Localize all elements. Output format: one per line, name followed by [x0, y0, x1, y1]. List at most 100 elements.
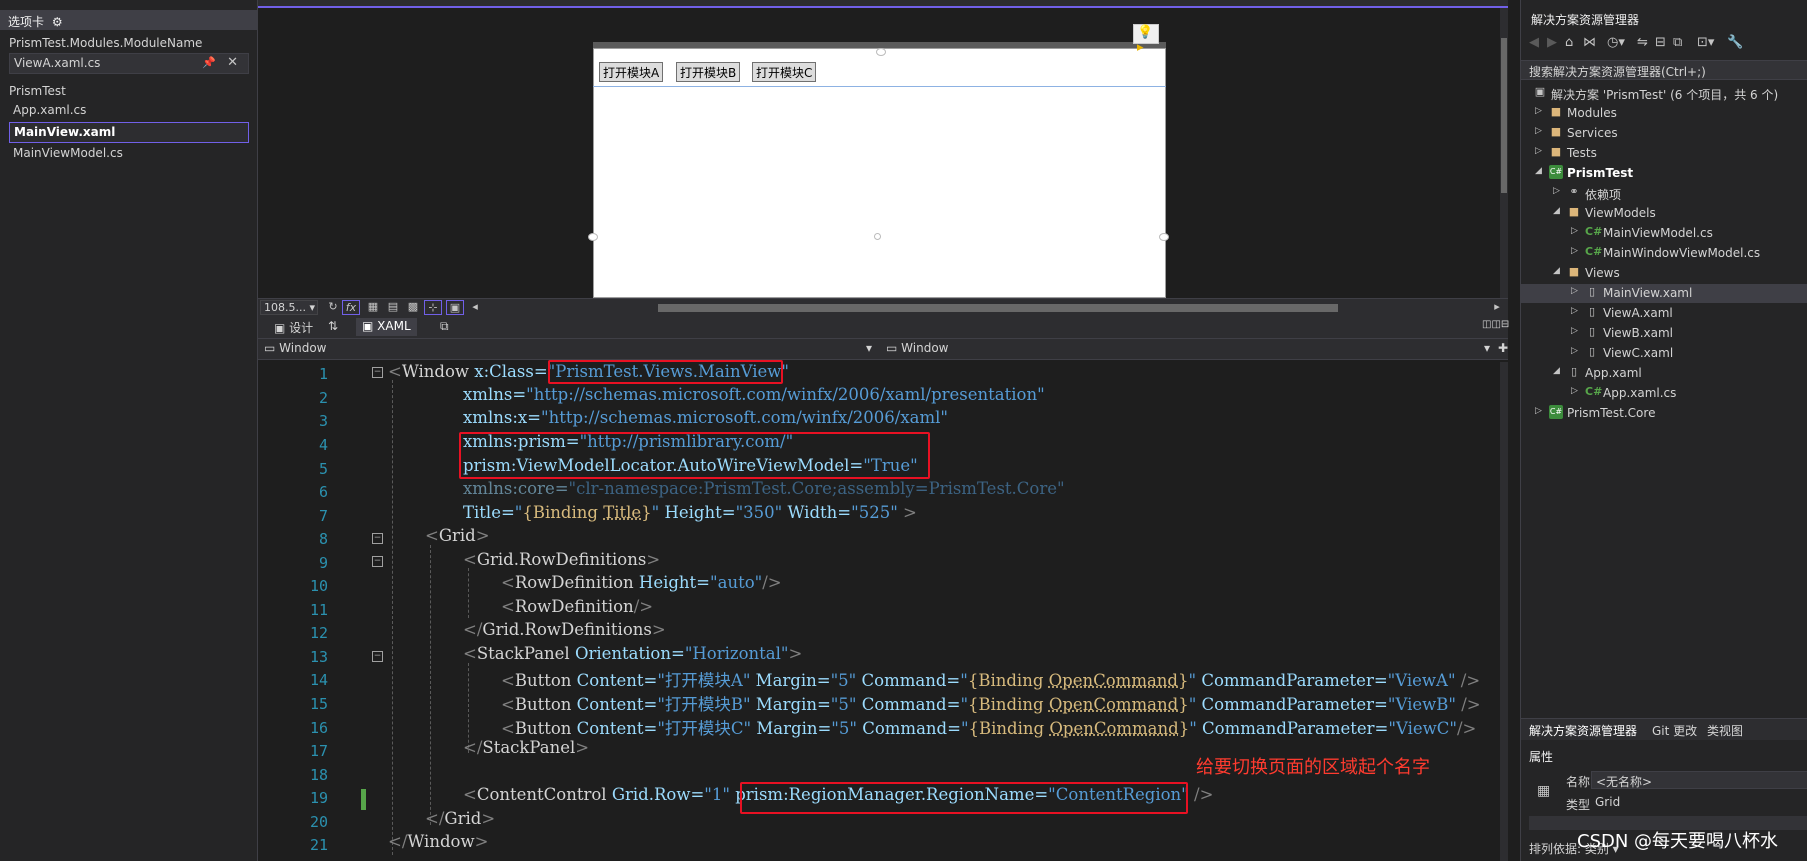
center-handle[interactable] — [874, 233, 881, 240]
code-line-17[interactable]: </StackPanel> — [463, 738, 589, 757]
gear-icon[interactable]: ⚙ — [52, 15, 63, 29]
wrench-icon[interactable]: 🔧 — [1727, 35, 1743, 50]
fold-toggle[interactable]: − — [372, 533, 383, 544]
fx-icon[interactable]: fx — [342, 300, 360, 315]
tree-item-solution[interactable]: ▣ 解决方案 'PrismTest' (6 个项目，共 6 个) — [1521, 84, 1807, 103]
tab-class-view[interactable]: 类视图 — [1707, 722, 1743, 739]
grid-icon[interactable]: ▦ — [364, 300, 382, 315]
fold-toggle[interactable]: − — [372, 651, 383, 662]
tree-item-viewb-xaml[interactable]: ▷ ▯ ViewB.xaml — [1521, 324, 1807, 343]
tab-git-changes[interactable]: Git 更改 — [1652, 722, 1697, 739]
tree-item-views[interactable]: ◢ ■ Views — [1521, 264, 1807, 283]
chevron-down-icon[interactable]: ◢ — [1553, 366, 1560, 376]
tree-item-prismtest-core[interactable]: ▷ C# PrismTest.Core — [1521, 404, 1807, 423]
tree-item-app-xaml-cs[interactable]: ▷ C# App.xaml.cs — [1521, 384, 1807, 403]
code-line-13[interactable]: <StackPanel Orientation="Horizontal"> — [463, 644, 802, 663]
code-line-7[interactable]: Title="{Binding Title}" Height="350" Wid… — [463, 503, 917, 522]
code-line-11[interactable]: <RowDefinition/> — [501, 597, 653, 616]
code-line-9[interactable]: <Grid.RowDefinitions> — [463, 550, 660, 569]
zoom-select[interactable]: 108.5... ▾ — [260, 300, 318, 315]
chevron-right-icon[interactable]: ▷ — [1535, 126, 1542, 136]
pin-icon[interactable]: 📌 — [202, 56, 216, 69]
lightbulb-icon[interactable]: 💡▸ — [1133, 24, 1159, 55]
designer-vertical-scrollbar[interactable] — [1500, 8, 1508, 298]
chevron-down-icon[interactable]: ◢ — [1553, 266, 1560, 276]
device-icon[interactable]: ▣ — [446, 300, 464, 315]
chevron-right-icon[interactable]: ▷ — [1571, 226, 1578, 236]
tree-item-mainwindowviewmodel[interactable]: ▷ C# MainWindowViewModel.cs — [1521, 244, 1807, 263]
chevron-down-icon[interactable]: ◢ — [1535, 166, 1542, 176]
tree-item-viewmodels[interactable]: ◢ ■ ViewModels — [1521, 204, 1807, 223]
chevron-right-icon[interactable]: ▷ — [1571, 286, 1578, 296]
chevron-right-icon[interactable]: ▷ — [1571, 386, 1578, 396]
show-all-files-icon[interactable]: ⧉ — [1673, 35, 1682, 50]
tree-item-mainviewmodel[interactable]: ▷ C# MainViewModel.cs — [1521, 224, 1807, 243]
chevron-right-icon[interactable]: ▷ — [1571, 246, 1578, 256]
chevron-right-icon[interactable]: ▷ — [1553, 186, 1560, 196]
chevron-right-icon[interactable]: ▷ — [1535, 106, 1542, 116]
back-icon[interactable]: ◀ — [1529, 35, 1539, 50]
tree-item-viewc-xaml[interactable]: ▷ ▯ ViewC.xaml — [1521, 344, 1807, 363]
snap-grid-icon[interactable]: ▩ — [404, 300, 422, 315]
code-line-21[interactable]: </Window> — [388, 832, 488, 851]
grid-lines-icon[interactable]: ▤ — [384, 300, 402, 315]
tree-item-viewa-xaml[interactable]: ▷ ▯ ViewA.xaml — [1521, 304, 1807, 323]
chevron-right-icon[interactable]: ▷ — [1535, 146, 1542, 156]
tree-item-modules[interactable]: ▷ ■ Modules — [1521, 104, 1807, 123]
tree-item-mainview-xaml[interactable]: ▷ ▯ MainView.xaml — [1521, 284, 1807, 303]
fold-toggle[interactable]: − — [372, 367, 383, 378]
chevron-right-icon[interactable]: ▷ — [1535, 406, 1542, 416]
pending-changes-icon[interactable]: ◷▾ — [1607, 35, 1625, 50]
tab-file-viewa-cs[interactable]: ViewA.xaml.cs 📌 ✕ — [9, 53, 249, 74]
element-dropdown-left[interactable]: ▭ Window ▾ — [260, 341, 876, 358]
chevron-right-icon[interactable]: ▷ — [1571, 326, 1578, 336]
snap-lines-icon[interactable]: ⊹ — [424, 300, 442, 315]
tab-file-app-cs[interactable]: App.xaml.cs — [9, 101, 249, 122]
chevron-right-icon[interactable]: ▷ — [1571, 306, 1578, 316]
design-button-open-module-a[interactable]: 打开模块A — [599, 62, 664, 82]
tree-item-dependencies[interactable]: ▷ ⚭ 依赖项 — [1521, 184, 1807, 203]
tab-file-mainview-xaml[interactable]: MainView.xaml — [9, 122, 249, 143]
code-line-16[interactable]: <Button Content="打开模块C" Margin="5" Comma… — [501, 715, 1476, 739]
design-button-open-module-b[interactable]: 打开模块B — [676, 62, 741, 82]
design-button-open-module-c[interactable]: 打开模块C — [752, 62, 817, 82]
vs-switch-icon[interactable]: ⋈ — [1583, 35, 1596, 50]
tree-item-services[interactable]: ▷ ■ Services — [1521, 124, 1807, 143]
tabs-panel-header[interactable]: 选项卡 ⚙ — [0, 10, 258, 30]
tree-item-prismtest[interactable]: ◢ C# PrismTest — [1521, 164, 1807, 183]
split-layout-icon[interactable]: ◫◫⊟ — [1476, 318, 1515, 336]
code-line-14[interactable]: <Button Content="打开模块A" Margin="5" Comma… — [501, 667, 1480, 691]
refresh-icon[interactable]: ↻ — [324, 300, 342, 315]
scrollbar-thumb[interactable] — [1501, 38, 1507, 193]
chevron-down-icon[interactable]: ◢ — [1553, 206, 1560, 216]
categorized-grid-icon[interactable]: ▦ — [1537, 783, 1550, 799]
editor-vertical-scrollbar[interactable] — [1500, 362, 1508, 861]
filter-icon[interactable]: ⊡▾ — [1697, 35, 1714, 50]
home-icon[interactable]: ⌂ — [1565, 35, 1573, 50]
code-line-12[interactable]: </Grid.RowDefinitions> — [463, 620, 666, 639]
code-line-2[interactable]: xmlns="http://schemas.microsoft.com/winf… — [463, 385, 1045, 404]
tree-item-app-xaml[interactable]: ◢ ▯ App.xaml — [1521, 364, 1807, 383]
code-line-6[interactable]: xmlns:core="clr-namespace:PrismTest.Core… — [463, 479, 1065, 498]
tab-file-mainviewmodel-cs[interactable]: MainViewModel.cs — [9, 144, 249, 165]
forward-icon[interactable]: ▶ — [1547, 35, 1557, 50]
fold-toggle[interactable]: − — [372, 556, 383, 567]
property-name-input[interactable]: <无名称> — [1591, 771, 1807, 789]
chevron-right-icon[interactable]: ▷ — [1571, 346, 1578, 356]
split-editor-icon[interactable]: ✚ — [1498, 341, 1508, 355]
scroll-left-icon[interactable]: ◂ — [466, 300, 484, 315]
swap-panes-icon[interactable]: ⇅ — [322, 318, 344, 336]
code-line-3[interactable]: xmlns:x="http://schemas.microsoft.com/wi… — [463, 408, 948, 427]
popout-icon[interactable]: ⧉ — [434, 318, 455, 336]
solution-explorer-search[interactable]: 搜索解决方案资源管理器(Ctrl+;) — [1521, 60, 1807, 80]
scrollbar-thumb[interactable] — [658, 304, 1338, 312]
tab-design[interactable]: ▣ 设计 — [268, 318, 319, 336]
tab-solution-explorer[interactable]: 解决方案资源管理器 — [1529, 722, 1637, 739]
element-dropdown-right[interactable]: ▭ Window ▾ — [882, 341, 1494, 358]
code-line-10[interactable]: <RowDefinition Height="auto"/> — [501, 573, 782, 592]
resize-handle[interactable] — [588, 233, 598, 241]
code-line-20[interactable]: </Grid> — [425, 809, 495, 828]
tab-xaml[interactable]: ▣ XAML — [356, 318, 417, 336]
tree-item-tests[interactable]: ▷ ■ Tests — [1521, 144, 1807, 163]
scroll-right-icon[interactable]: ▸ — [1488, 300, 1506, 315]
